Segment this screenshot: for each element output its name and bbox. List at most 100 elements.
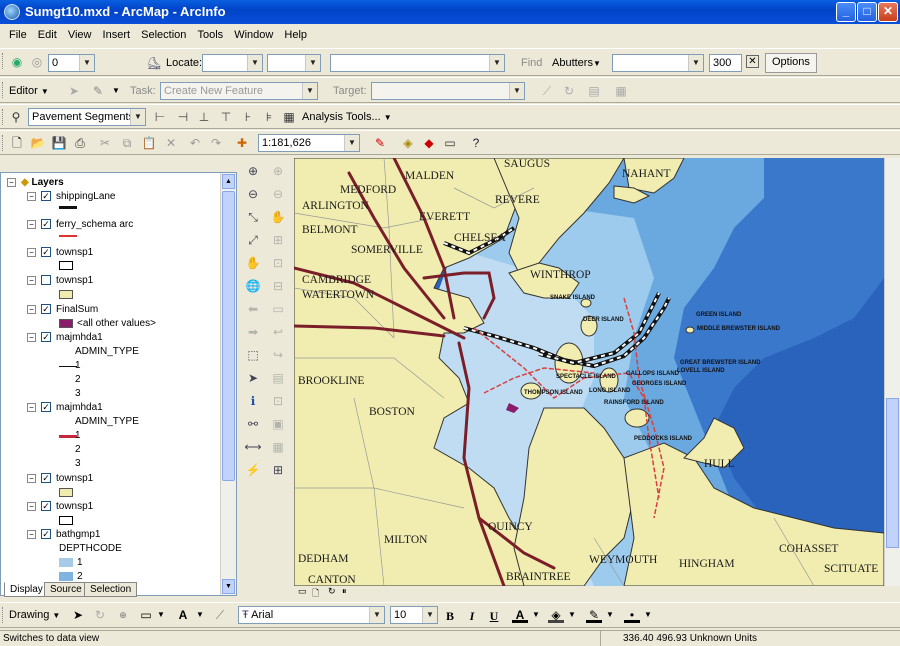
segment-tool-4-icon[interactable]: ⊤ — [218, 109, 234, 125]
split-tool-icon[interactable]: ⟋ — [539, 83, 555, 99]
menu-insert[interactable]: Insert — [99, 26, 135, 41]
pause-icon[interactable]: ⏸ — [342, 586, 347, 597]
hyperlink-icon[interactable]: ⚡ — [244, 461, 262, 479]
collapse-icon[interactable]: − — [27, 247, 36, 257]
layer-checkbox[interactable]: ✓ — [41, 402, 51, 413]
layout-view-icon[interactable]: 🗋 — [312, 586, 319, 602]
scroll-thumb[interactable] — [886, 398, 899, 548]
layer-index-dropdown[interactable]: 0 ▼ — [48, 54, 95, 72]
add-data-icon[interactable]: ✚ — [234, 135, 250, 151]
layout-view-icon[interactable]: ⊞ — [269, 461, 287, 479]
locate-value-dropdown[interactable]: ▼ — [330, 54, 505, 72]
menu-selection[interactable]: Selection — [137, 26, 190, 41]
task-dropdown[interactable]: Create New Feature ▼ — [160, 82, 318, 100]
options-button[interactable]: Options — [765, 53, 817, 73]
caret-down-icon[interactable]: ▼ — [153, 607, 169, 623]
menu-window[interactable]: Window — [230, 26, 277, 41]
collapse-icon[interactable]: − — [27, 501, 36, 511]
collapse-icon[interactable]: − — [27, 219, 36, 229]
map-vertical-scrollbar[interactable] — [884, 158, 900, 586]
toolbar-grip[interactable] — [2, 135, 5, 151]
focus-frame-icon[interactable]: ⊡ — [269, 392, 287, 410]
segment-tool-6-icon[interactable]: ⊧ — [261, 109, 277, 125]
editor-toolbar-icon[interactable]: ✎ — [372, 135, 388, 151]
toolbar-grip[interactable] — [2, 607, 5, 623]
segment-layer-dropdown[interactable]: Pavement Segments ▼ — [28, 108, 146, 126]
caret-down-icon[interactable]: ▼ — [602, 607, 618, 623]
open-folder-icon[interactable]: 📂 — [30, 135, 46, 151]
locate-field-dropdown[interactable]: ▼ — [267, 54, 321, 72]
menu-tools[interactable]: Tools — [193, 26, 227, 41]
toc-layer[interactable]: − ✓ townsp1 — [27, 501, 93, 512]
toc-layer[interactable]: − ✓ townsp1 — [27, 473, 93, 484]
scroll-up-icon[interactable]: ▲ — [222, 174, 235, 189]
find-binoculars-icon[interactable]: ⚯ — [244, 415, 262, 433]
menu-view[interactable]: View — [64, 26, 96, 41]
back-extent-icon[interactable]: ⬅ — [244, 300, 262, 318]
pin-icon[interactable]: ⚲ — [8, 109, 24, 125]
layer-visibility-icon[interactable]: ◉ — [9, 54, 25, 70]
collapse-icon[interactable]: − — [27, 402, 36, 412]
page-icon[interactable]: ▭ — [269, 300, 287, 318]
zoom-in-fixed-icon[interactable]: ⊕ — [269, 162, 287, 180]
toc-scrollbar[interactable]: ▲ ▼ — [220, 173, 236, 595]
layout-back-icon[interactable]: ↩ — [269, 323, 287, 341]
layer-checkbox[interactable]: ✓ — [41, 304, 51, 315]
font-size-dropdown[interactable]: 10 ▼ — [390, 606, 438, 624]
collapse-icon[interactable]: − — [7, 177, 16, 187]
edit-tool-icon[interactable]: ➤ — [66, 83, 82, 99]
locate-tool-icon[interactable]: ⛸ — [146, 55, 162, 71]
sketch-properties-icon[interactable]: ▦ — [613, 83, 629, 99]
clear-icon[interactable]: ✕ — [746, 55, 759, 68]
zoom-whole-page-icon[interactable]: ⊞ — [269, 231, 287, 249]
menu-edit[interactable]: Edit — [34, 26, 61, 41]
caret-down-icon[interactable]: ▼ — [640, 607, 656, 623]
segment-tool-1-icon[interactable]: ⊢ — [152, 109, 168, 125]
tab-display[interactable]: Display — [4, 582, 49, 597]
collapse-icon[interactable]: − — [27, 332, 36, 342]
scroll-down-icon[interactable]: ▼ — [222, 579, 235, 594]
whats-this-icon[interactable]: ? — [468, 135, 484, 151]
maximize-button[interactable]: □ — [857, 2, 877, 22]
minimize-button[interactable]: _ — [836, 2, 856, 22]
toolbar-grip[interactable] — [2, 53, 5, 69]
segment-tool-5-icon[interactable]: ⊦ — [240, 109, 256, 125]
menu-file[interactable]: File — [5, 26, 31, 41]
map-scale-dropdown[interactable]: 1:181,626 ▼ — [258, 134, 360, 152]
layer-checkbox[interactable]: ✓ — [41, 529, 51, 540]
distance-input[interactable]: 300 — [709, 54, 742, 72]
toc-layer[interactable]: − ✓ bathgmp1 — [27, 529, 100, 540]
fixed-zoom-out-icon[interactable]: ⤢ — [244, 231, 262, 249]
redo-icon[interactable]: ↷ — [208, 135, 224, 151]
save-icon[interactable]: 💾 — [51, 135, 67, 151]
sketch-tool-icon[interactable]: ✎ — [90, 83, 106, 99]
collapse-icon[interactable]: − — [27, 529, 36, 539]
toc-layer[interactable]: − ✓ majmhda1 — [27, 402, 103, 413]
edit-vertices-icon[interactable]: ⟋ — [212, 607, 228, 623]
collapse-icon[interactable]: − — [27, 304, 36, 314]
marker-color-icon[interactable]: • — [624, 607, 640, 623]
tab-source[interactable]: Source — [44, 582, 88, 597]
paste-icon[interactable]: 📋 — [141, 135, 157, 151]
drawing-menu[interactable]: Drawing ▼ — [9, 609, 60, 621]
underline-button[interactable]: U — [486, 608, 502, 624]
toolbar-grip[interactable] — [2, 109, 5, 125]
font-color-icon[interactable]: A — [512, 607, 528, 623]
caret-down-icon[interactable]: ▼ — [192, 607, 208, 623]
segment-tool-2-icon[interactable]: ⊣ — [175, 109, 191, 125]
toc-layer[interactable]: − ✓ ferry_schema arc — [27, 219, 133, 230]
toc-layer[interactable]: − ✓ townsp1 — [27, 247, 93, 258]
rectangle-icon[interactable]: ▭ — [138, 607, 154, 623]
cut-icon[interactable]: ✂ — [97, 135, 113, 151]
caret-down-icon[interactable]: ▼ — [528, 607, 544, 623]
scroll-thumb[interactable] — [222, 191, 235, 481]
segment-tool-3-icon[interactable]: ⊥ — [196, 109, 212, 125]
tab-selection[interactable]: Selection — [84, 582, 138, 597]
select-elements-icon[interactable]: ➤ — [244, 369, 262, 387]
delete-icon[interactable]: ✕ — [163, 135, 179, 151]
fixed-zoom-in-icon[interactable]: ⤡ — [244, 208, 262, 226]
zoom-in-icon[interactable]: ⊕ — [244, 162, 262, 180]
caret-down-icon[interactable]: ▼ — [564, 607, 580, 623]
layer-checkbox[interactable]: ✓ — [41, 473, 51, 484]
refresh-icon[interactable]: ↻ — [328, 586, 336, 597]
